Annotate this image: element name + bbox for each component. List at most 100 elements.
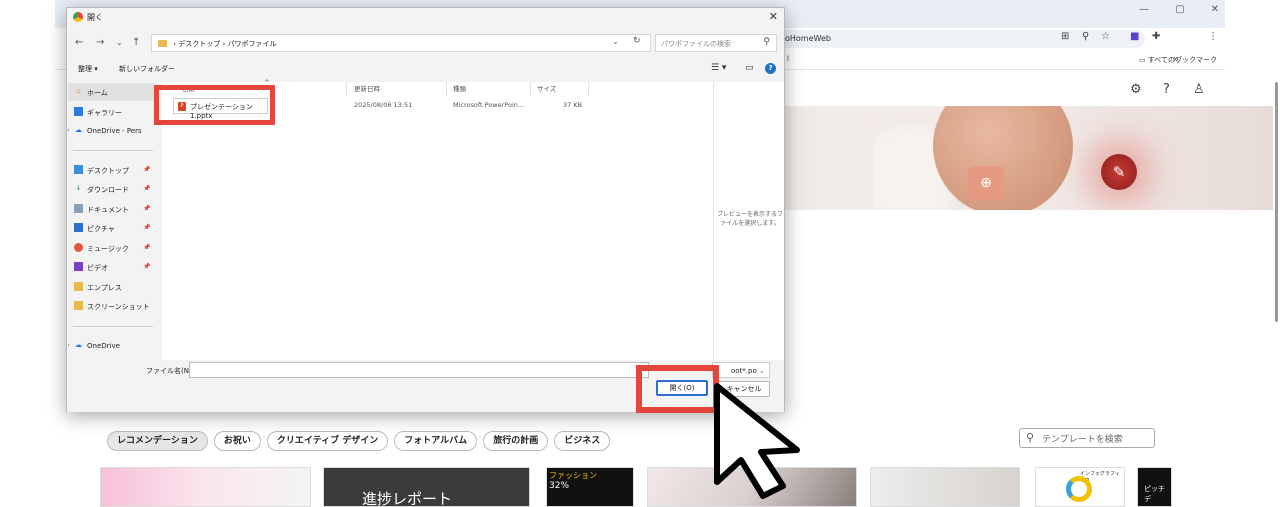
menu-icon[interactable]: ⋮ bbox=[1208, 31, 1218, 42]
gallery-icon bbox=[74, 107, 83, 116]
sidebar-item-documents[interactable]: ドキュメント 📌 bbox=[68, 200, 154, 218]
breadcrumb-desktop[interactable]: デスクトップ bbox=[178, 40, 220, 48]
sidebar-item-desktop[interactable]: デスクトップ 📌 bbox=[68, 161, 154, 179]
recent-dropdown-icon[interactable]: ⌄ bbox=[116, 38, 123, 47]
donut-chart-icon bbox=[1066, 476, 1092, 502]
preview-pane: プレビューを表示するファイルを選択します。 bbox=[713, 82, 784, 360]
forward-icon[interactable]: → bbox=[96, 37, 104, 48]
zoom-icon[interactable]: ⚲ bbox=[1082, 31, 1089, 42]
breadcrumb[interactable]: › デスクトップ › パワポファイル bbox=[151, 34, 651, 52]
breadcrumb-separator: › bbox=[222, 40, 226, 48]
column-divider[interactable] bbox=[588, 82, 589, 96]
close-icon[interactable]: ✕ bbox=[769, 10, 778, 23]
maximize-button[interactable]: ▢ bbox=[1175, 4, 1184, 15]
star-icon[interactable]: ☆ bbox=[1101, 31, 1110, 42]
template-thumbnail[interactable]: 進捗レポート bbox=[323, 467, 530, 507]
sidebar-item-downloads[interactable]: ↓ ダウンロード 📌 bbox=[68, 180, 154, 198]
puzzle-icon[interactable]: ✚ bbox=[1152, 31, 1160, 42]
view-options-icon[interactable]: ☰ ▾ bbox=[711, 63, 726, 73]
pin-icon: 📌 bbox=[143, 263, 151, 270]
settings-icon[interactable]: ⚙ bbox=[1130, 82, 1142, 97]
file-type-value: oot*.po bbox=[731, 367, 757, 375]
column-header-modified[interactable]: 更新日時 bbox=[354, 83, 380, 93]
pictures-icon bbox=[74, 223, 83, 232]
sidebar-item-label: ダウンロード bbox=[87, 186, 129, 194]
template-stat: 32% bbox=[549, 481, 570, 491]
filename-input[interactable] bbox=[189, 362, 649, 378]
template-title: 進捗レポート bbox=[362, 490, 453, 507]
page-scrollbar[interactable] bbox=[1273, 72, 1280, 507]
bookmark-fragment[interactable]: l bbox=[787, 55, 789, 63]
dialog-title: 開く bbox=[87, 13, 103, 22]
column-header-size[interactable]: サイズ bbox=[537, 83, 556, 93]
expand-icon[interactable]: › bbox=[68, 126, 70, 134]
chrome-icon bbox=[73, 12, 83, 22]
up-icon[interactable]: ↑ bbox=[132, 37, 140, 48]
sidebar-item-videos[interactable]: ビデオ 📌 bbox=[68, 258, 154, 276]
preview-pane-icon[interactable]: ▭ bbox=[745, 63, 754, 73]
folder-icon bbox=[74, 301, 83, 310]
template-thumbnail[interactable]: インフォグラフィック bbox=[1035, 467, 1125, 507]
minimize-button[interactable]: — bbox=[1139, 4, 1149, 15]
pin-icon: 📌 bbox=[143, 205, 151, 212]
template-thumbnail[interactable] bbox=[100, 467, 311, 507]
command-bar: 整理 ▾ 新しいフォルダー ☰ ▾ ▭ ? bbox=[67, 63, 784, 79]
chip-business[interactable]: ビジネス bbox=[554, 431, 611, 451]
chip-creative-design[interactable]: クリエイティブ デザイン bbox=[266, 431, 389, 451]
sidebar-item-onedrive[interactable]: › ☁ OneDrive bbox=[68, 337, 154, 355]
breadcrumb-folder[interactable]: パワポファイル bbox=[228, 40, 277, 48]
sidebar-item-screenshots[interactable]: スクリーンショット bbox=[68, 297, 154, 315]
folder-icon bbox=[158, 40, 167, 47]
chip-travel-plan[interactable]: 旅行の計画 bbox=[483, 431, 549, 451]
download-icon: ↓ bbox=[75, 184, 82, 192]
refresh-icon[interactable]: ↻ bbox=[633, 36, 641, 46]
help-icon[interactable]: ? bbox=[1163, 82, 1170, 97]
back-icon[interactable]: ← bbox=[75, 37, 83, 48]
video-icon bbox=[74, 262, 83, 271]
template-title: ピッチ デ bbox=[1144, 485, 1165, 503]
template-search-input[interactable]: ⚲ テンプレートを検索 bbox=[1019, 428, 1155, 448]
column-divider[interactable] bbox=[446, 82, 447, 96]
sidebar-item-pictures[interactable]: ピクチャ 📌 bbox=[68, 219, 154, 237]
sidebar-item-empress[interactable]: エンプレス bbox=[68, 278, 154, 296]
column-divider[interactable] bbox=[530, 82, 531, 96]
sidebar-item-label: OneDrive - Pers bbox=[87, 127, 142, 135]
extension-icon[interactable]: ■ bbox=[1130, 31, 1139, 42]
sidebar-item-onedrive-personal[interactable]: › ☁ OneDrive - Pers bbox=[68, 122, 154, 140]
translate-icon[interactable]: ⊞ bbox=[1061, 31, 1069, 42]
sidebar-item-music[interactable]: ミュージック 📌 bbox=[68, 239, 154, 257]
screenshot-stage: — ▢ ✕ oHomeWeb ⊞ ⚲ ☆ ■ ✚ ⋮ l » ▭ すべてのブック… bbox=[0, 0, 1280, 507]
folder-search-input[interactable]: パワポファイルの検索 ⚲ bbox=[655, 34, 777, 52]
account-icon[interactable]: ♙ bbox=[1193, 82, 1205, 97]
column-divider[interactable] bbox=[346, 82, 347, 96]
template-thumbnail[interactable]: ピッチ デ bbox=[1137, 467, 1172, 507]
column-header-type[interactable]: 種類 bbox=[453, 83, 466, 93]
sidebar-item-label: OneDrive bbox=[87, 342, 120, 350]
chip-celebration[interactable]: お祝い bbox=[213, 431, 261, 451]
hero-banner: ⊕ ✎ bbox=[783, 106, 1273, 210]
home-icon: ⌂ bbox=[76, 87, 81, 95]
file-type-select[interactable]: oot*.po ⌄ bbox=[712, 362, 770, 378]
scrollbar-thumb[interactable] bbox=[1275, 82, 1278, 322]
address-dropdown-icon[interactable]: ⌄ bbox=[612, 37, 619, 46]
sidebar-item-label: ギャラリー bbox=[87, 109, 122, 117]
dialog-titlebar[interactable]: 開く ✕ bbox=[67, 8, 784, 28]
close-window-button[interactable]: ✕ bbox=[1211, 4, 1219, 15]
organize-button[interactable]: 整理 ▾ bbox=[78, 64, 98, 74]
new-folder-button[interactable]: 新しいフォルダー bbox=[119, 64, 175, 74]
sidebar-item-home[interactable]: ⌂ ホーム bbox=[68, 83, 154, 101]
expand-icon[interactable]: › bbox=[68, 341, 70, 349]
chip-recommendation[interactable]: レコメンデーション bbox=[107, 431, 208, 451]
all-bookmarks[interactable]: ▭ すべてのブックマーク bbox=[1139, 55, 1217, 65]
pin-icon: 📌 bbox=[143, 244, 151, 251]
sidebar-item-label: ピクチャ bbox=[87, 225, 115, 233]
file-modified: 2025/08/06 13:51 bbox=[354, 101, 413, 109]
template-thumbnail[interactable]: ファッション 32% bbox=[546, 467, 634, 507]
document-icon bbox=[74, 204, 83, 213]
sidebar-item-label: ビデオ bbox=[87, 264, 108, 272]
template-thumbnail[interactable] bbox=[870, 467, 1020, 507]
nav-divider bbox=[73, 326, 153, 327]
help-icon[interactable]: ? bbox=[765, 63, 776, 74]
chip-photo-album[interactable]: フォトアルバム bbox=[394, 431, 478, 451]
sidebar-item-gallery[interactable]: ギャラリー bbox=[68, 103, 154, 121]
